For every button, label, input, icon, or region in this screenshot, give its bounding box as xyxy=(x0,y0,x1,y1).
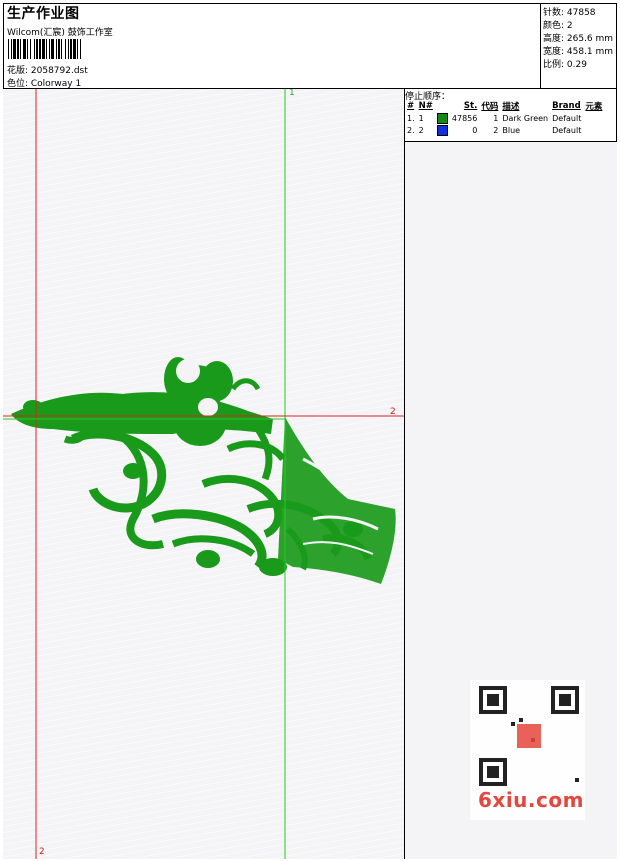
row-brand: Default xyxy=(552,113,582,123)
row-code: 1 xyxy=(493,113,499,123)
col-header-code: 代码 xyxy=(481,102,499,112)
col-header-stitches: St. xyxy=(463,101,478,111)
watermark-text: 6xiu.com xyxy=(478,788,584,812)
guide-label-bottom: 2 xyxy=(39,847,45,857)
row-description: Dark Green xyxy=(502,113,549,123)
design-height: 高度: 265.6 mm xyxy=(543,34,614,44)
color-swatch xyxy=(436,124,448,136)
stitch-count: 针数: 47858 xyxy=(543,8,596,18)
qr-code-icon xyxy=(479,686,579,786)
col-header-description: 描述 xyxy=(502,102,520,112)
design-stats: 针数: 47858 颜色: 2 高度: 265.6 mm 宽度: 458.1 m… xyxy=(541,3,617,89)
row-needle: 1 xyxy=(418,113,424,123)
colorway-label: 色位: Colorway 1 xyxy=(7,79,82,89)
design-file-label: 花版: 2058792.dst xyxy=(7,66,88,76)
row-description: Blue xyxy=(502,125,521,135)
row-index: 2. xyxy=(407,125,415,135)
stop-sequence-panel: 停止顺序： # N# St. 代码 描述 Brand 元素 1. 1 47856… xyxy=(405,89,617,142)
color-swatch xyxy=(436,112,448,124)
embroidery-canvas xyxy=(3,89,404,859)
row-brand: Default xyxy=(552,125,582,135)
col-header-needle: N# xyxy=(418,101,433,111)
page-title: 生产作业图 xyxy=(7,6,80,22)
table-header-row: # N# St. 代码 描述 Brand 元素 xyxy=(405,100,604,112)
table-row: 2. 2 0 2 Blue Default xyxy=(405,124,604,136)
guide-label-right: 2 xyxy=(390,407,396,417)
table-row: 1. 1 47856 1 Dark Green Default xyxy=(405,112,604,124)
row-code: 2 xyxy=(493,125,499,135)
col-header-element: 元素 xyxy=(585,102,603,112)
col-header-color xyxy=(435,100,450,112)
design-scale: 比例: 0.29 xyxy=(543,60,587,70)
stop-sequence-table: # N# St. 代码 描述 Brand 元素 1. 1 47856 1 Dar… xyxy=(405,100,604,136)
barcode xyxy=(8,39,81,59)
row-stitches: 47856 xyxy=(451,113,478,123)
col-header-brand: Brand xyxy=(552,101,581,111)
design-preview: 1 2 2 xyxy=(3,89,405,859)
studio-name: Wilcom(汇宸) 鼓饰工作室 xyxy=(7,28,113,38)
col-header-index: # xyxy=(407,101,415,111)
design-width: 宽度: 458.1 mm xyxy=(543,47,614,57)
color-count: 颜色: 2 xyxy=(543,21,573,31)
header-info: 生产作业图 Wilcom(汇宸) 鼓饰工作室 花版: 2058792.dst 色… xyxy=(3,3,541,89)
row-needle: 2 xyxy=(418,125,424,135)
row-stitches: 0 xyxy=(472,125,478,135)
row-index: 1. xyxy=(407,113,415,123)
guide-label-top: 1 xyxy=(289,89,295,98)
embroidery-design xyxy=(11,357,396,584)
